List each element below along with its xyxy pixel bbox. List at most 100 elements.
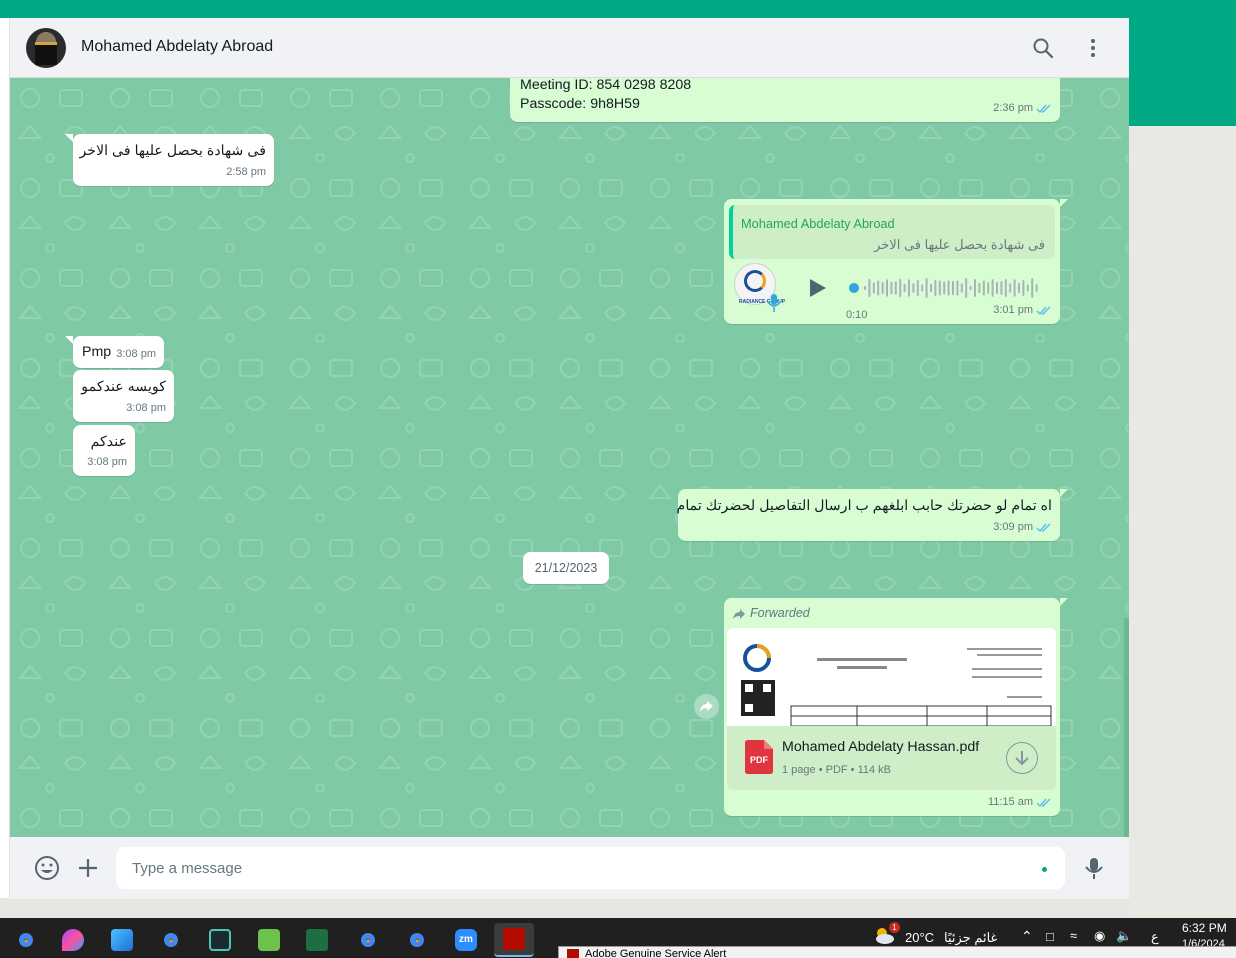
attach-plus-icon[interactable] (75, 855, 101, 881)
weather-temp[interactable]: 20°C (905, 930, 934, 945)
waveform-bar (881, 282, 884, 294)
waveform-bar (943, 281, 946, 295)
voice-waveform[interactable] (848, 277, 1042, 299)
quoted-sender: Mohamed Abdelaty Abroad (741, 216, 895, 231)
waveform-bar (1031, 278, 1034, 298)
pdf-badge-text: PDF (750, 755, 769, 765)
message-text: Pmp (82, 344, 112, 360)
message-bubble-incoming[interactable]: عندكم 3:08 pm (73, 425, 135, 476)
waveform-bar (1004, 278, 1007, 298)
chat-messages-area[interactable]: Meeting ID: 854 0298 8208 Passcode: 9h8H… (10, 78, 1129, 837)
adobe-icon (567, 949, 579, 958)
paint-icon[interactable] (53, 923, 93, 957)
menu-dots-icon[interactable] (1081, 36, 1105, 60)
weather-text[interactable]: غائم جزئيًا (944, 930, 997, 946)
waveform-bar (903, 283, 906, 293)
message-meta: 3:08 pm (87, 453, 127, 472)
waveform-bar (1000, 281, 1003, 295)
chrome-profile-3-icon[interactable] (397, 923, 437, 957)
zoom-icon[interactable]: zm (446, 923, 486, 957)
microphone-icon[interactable] (1081, 855, 1107, 881)
weather-icon[interactable]: 1 (872, 922, 900, 948)
waveform-bar (899, 278, 902, 298)
waveform-bar (890, 281, 893, 295)
chat-header[interactable]: Mohamed Abdelaty Abroad (10, 18, 1129, 78)
chat-list-edge (0, 18, 10, 898)
waveform-bar (1035, 284, 1038, 292)
excel-icon[interactable] (297, 923, 337, 957)
chrome-icon[interactable] (6, 923, 46, 957)
contact-avatar[interactable] (26, 28, 66, 68)
chat-scrollbar[interactable] (1124, 618, 1129, 837)
waveform-bar (864, 286, 866, 290)
message-text: كويسه عندكمو (81, 379, 166, 395)
message-time: 3:08 pm (116, 348, 156, 360)
photos-icon[interactable] (102, 923, 142, 957)
waveform-bar (978, 282, 981, 294)
message-bubble-incoming[interactable]: فى شهادة بحصل عليها فى الاخر 2:58 pm (65, 134, 274, 186)
quoted-text: فى شهادة بحصل عليها فى الاخر (874, 237, 1045, 252)
play-icon[interactable] (806, 277, 828, 299)
acrobat-icon[interactable] (494, 923, 534, 957)
chrome-profile-2-icon[interactable] (348, 923, 388, 957)
message-bubble-voice[interactable]: Mohamed Abdelaty Abroad فى شهادة بحصل عل… (724, 199, 1068, 324)
capcut-icon[interactable] (200, 923, 240, 957)
message-meta: 3:01 pm (993, 301, 1052, 320)
message-bubble-outgoing[interactable]: Meeting ID: 854 0298 8208 Passcode: 9h8H… (510, 78, 1060, 122)
message-bubble-document[interactable]: Forwarded PDF Mohamed Abdelaty Hassan.pd… (724, 598, 1068, 816)
emoji-icon[interactable] (34, 855, 60, 881)
waveform-bar (1009, 283, 1012, 293)
message-bubble-incoming[interactable]: Pmp 3:08 pm (65, 336, 164, 368)
waveform-bar (982, 280, 985, 296)
contact-name[interactable]: Mohamed Abdelaty Abroad (81, 38, 273, 56)
message-meta: 3:08 pm (126, 399, 166, 418)
message-bubble-outgoing[interactable]: اه تمام لو حضرتك حابب ابلغهم ب ارسال الت… (677, 489, 1068, 541)
camtasia-icon[interactable] (249, 923, 289, 957)
chrome-profile-icon[interactable] (151, 923, 191, 957)
tray-chevron-icon[interactable]: ⌃ (1021, 928, 1033, 945)
vpn-icon[interactable]: ◉ (1094, 928, 1105, 944)
zoom-label: zm (455, 929, 477, 951)
message-input[interactable] (116, 847, 1065, 889)
language-indicator[interactable]: ع (1151, 929, 1159, 945)
message-text: Passcode: 9h8H59 (520, 96, 640, 112)
message-meta: 2:58 pm (226, 163, 266, 182)
clock-time[interactable]: 6:32 PM (1182, 921, 1227, 935)
waveform-bar (938, 280, 941, 296)
waveform-bar (868, 279, 871, 297)
waveform-bar (916, 280, 919, 296)
waveform-bar (886, 279, 888, 297)
waveform-bar (872, 282, 875, 294)
waveform-bar (894, 281, 897, 295)
message-composer (10, 837, 1129, 899)
waveform-bar (974, 279, 976, 297)
waveform-bar (921, 284, 924, 292)
message-bubble-incoming[interactable]: كويسه عندكمو 3:08 pm (73, 370, 174, 422)
document-card[interactable]: PDF Mohamed Abdelaty Hassan.pdf 1 page •… (727, 726, 1056, 790)
wifi-icon[interactable]: ≈ (1070, 928, 1077, 943)
file-name[interactable]: Mohamed Abdelaty Hassan.pdf (782, 738, 979, 757)
pdf-page-preview (741, 644, 1052, 726)
message-time: 3:01 pm (993, 304, 1033, 316)
search-icon[interactable] (1031, 36, 1055, 60)
forwarded-label: Forwarded (732, 604, 810, 623)
pdf-file-icon: PDF (745, 740, 773, 774)
forward-button[interactable] (694, 694, 719, 719)
waveform-bar (952, 280, 954, 296)
message-meta: 2:36 pm (993, 99, 1052, 118)
quoted-message[interactable]: Mohamed Abdelaty Abroad فى شهادة بحصل عل… (729, 205, 1055, 259)
waveform-bar (987, 282, 990, 294)
download-button[interactable] (1006, 742, 1038, 774)
message-time: 3:09 pm (993, 521, 1033, 533)
waveform-bar (925, 278, 928, 298)
adobe-alert-window[interactable]: Adobe Genuine Service Alert (558, 946, 1236, 958)
tray-device-icon[interactable]: □ (1046, 929, 1054, 944)
volume-icon[interactable]: 🔈 (1116, 928, 1132, 944)
file-meta: 1 page • PDF • 114 kB (782, 764, 892, 776)
waveform-bar (965, 278, 968, 298)
waveform-bar (1018, 282, 1020, 294)
message-time: 3:08 pm (87, 456, 127, 468)
pdf-preview-thumbnail[interactable] (727, 628, 1056, 726)
waveform-bar (960, 283, 963, 293)
waveform-progress-dot[interactable] (849, 283, 859, 293)
